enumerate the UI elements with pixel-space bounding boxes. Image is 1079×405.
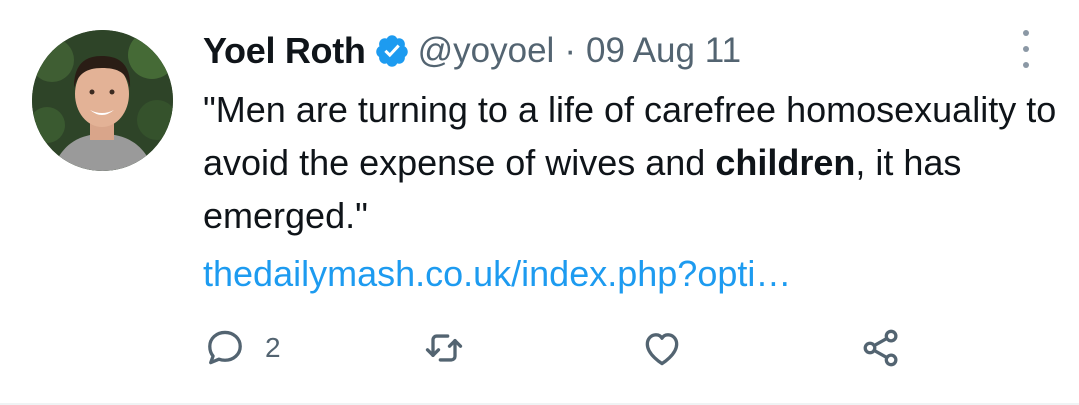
reply-icon <box>208 330 242 365</box>
more-options-icon[interactable] <box>1012 30 1040 68</box>
heart-icon <box>645 333 679 366</box>
tweet-header: Yoel Roth @yoyoel · 09 Aug 11 <box>203 28 741 74</box>
author-handle[interactable]: @yoyoel <box>418 31 555 71</box>
like-button[interactable] <box>640 318 684 378</box>
tweet-text-bold: children <box>715 142 856 183</box>
action-bar: 2 <box>0 318 1079 378</box>
verified-badge-icon <box>374 33 410 69</box>
avatar[interactable] <box>32 30 173 171</box>
retweet-button[interactable] <box>422 318 466 378</box>
tweet-date[interactable]: 09 Aug 11 <box>586 31 741 71</box>
share-button[interactable] <box>859 318 903 378</box>
more-dot <box>1023 62 1029 68</box>
reply-button[interactable]: 2 <box>203 318 281 378</box>
reply-count: 2 <box>265 332 281 363</box>
share-icon <box>863 329 898 367</box>
tweet-link[interactable]: thedailymash.co.uk/index.php?opti… <box>203 250 791 298</box>
retweet-icon <box>425 334 463 362</box>
author-name[interactable]: Yoel Roth <box>203 30 366 72</box>
tweet-text: "Men are turning to a life of carefree h… <box>203 83 1063 242</box>
more-dot <box>1023 46 1029 52</box>
separator-dot: · <box>564 31 576 70</box>
more-dot <box>1023 30 1029 36</box>
tweet-card[interactable]: Yoel Roth @yoyoel · 09 Aug 11 "Men are t… <box>0 0 1079 405</box>
